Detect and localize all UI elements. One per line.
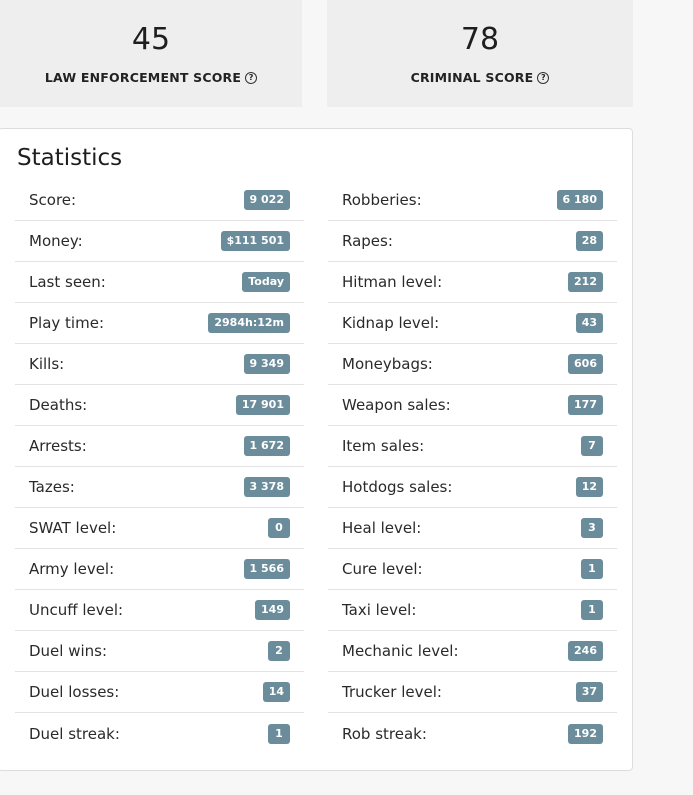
stat-row: SWAT level: 0 — [15, 508, 304, 549]
stat-label: Kidnap level: — [342, 314, 440, 332]
stat-value-badge: 212 — [568, 272, 603, 292]
stat-value-badge: 7 — [581, 436, 603, 456]
statistics-title: Statistics — [17, 145, 123, 171]
stat-label: Army level: — [29, 560, 115, 578]
stat-row: Kills: 9 349 — [15, 344, 304, 385]
stat-row: Trucker level: 37 — [328, 672, 617, 713]
stat-label: Arrests: — [29, 437, 87, 455]
criminal-score-label: CRIMINAL SCORE — [410, 70, 534, 85]
stat-label: Trucker level: — [342, 683, 442, 701]
stat-value-badge: 1 566 — [243, 559, 290, 579]
criminal-score-card: 78 CRIMINAL SCORE ? — [327, 0, 633, 107]
stat-label: Hitman level: — [342, 273, 443, 291]
stat-label: Hotdogs sales: — [342, 478, 453, 496]
stat-label: Mechanic level: — [342, 642, 459, 660]
stat-label: Taxi level: — [342, 601, 417, 619]
stat-label: Weapon sales: — [342, 396, 451, 414]
stat-label: Item sales: — [342, 437, 425, 455]
stat-row: Moneybags: 606 — [328, 344, 617, 385]
stat-label: Duel wins: — [29, 642, 108, 660]
law-enforcement-score-card: 45 LAW ENFORCEMENT SCORE ? — [0, 0, 302, 107]
stat-value-badge: 3 — [581, 518, 603, 538]
stat-row: Duel streak: 1 — [15, 713, 304, 754]
stat-value-badge: 606 — [568, 354, 603, 374]
stat-row: Mechanic level: 246 — [328, 631, 617, 672]
stat-value-badge: 246 — [568, 641, 603, 661]
stat-value-badge: 0 — [268, 518, 290, 538]
stat-label: Cure level: — [342, 560, 423, 578]
stat-label: Last seen: — [29, 273, 106, 291]
stat-value-badge: 1 — [581, 559, 603, 579]
stat-row: Duel losses: 14 — [15, 672, 304, 713]
stat-row: Money: $111 501 — [15, 221, 304, 262]
stat-value-badge: 192 — [568, 723, 603, 744]
stat-row: Hitman level: 212 — [328, 262, 617, 303]
stat-label: Score: — [29, 191, 77, 209]
stat-label: Play time: — [29, 314, 104, 332]
stat-value-badge: $111 501 — [220, 231, 290, 251]
stat-label: Tazes: — [29, 478, 75, 496]
stat-value-badge: 17 901 — [235, 395, 290, 415]
stat-value-badge: 43 — [575, 313, 603, 333]
stat-value-badge: 2984h:12m — [208, 313, 290, 333]
stat-value-badge: 9 022 — [243, 190, 290, 210]
help-icon[interactable]: ? — [537, 71, 550, 84]
stat-row: Last seen: Today — [15, 262, 304, 303]
stat-value-badge: Today — [242, 272, 290, 292]
stat-row: Heal level: 3 — [328, 508, 617, 549]
stat-row: Deaths: 17 901 — [15, 385, 304, 426]
stat-value-badge: 12 — [575, 477, 603, 497]
stat-row: Hotdogs sales: 12 — [328, 467, 617, 508]
law-enforcement-score-label: LAW ENFORCEMENT SCORE — [44, 70, 242, 85]
stat-value-badge: 1 — [268, 723, 290, 744]
stat-row: Play time: 2984h:12m — [15, 303, 304, 344]
stat-label: Deaths: — [29, 396, 88, 414]
stat-label: Heal level: — [342, 519, 422, 537]
stat-row: Kidnap level: 43 — [328, 303, 617, 344]
stat-label: SWAT level: — [29, 519, 117, 537]
stat-value-badge: 1 672 — [243, 436, 290, 456]
stat-row: Item sales: 7 — [328, 426, 617, 467]
statistics-right-column: Robberies: 6 180 Rapes: 28 Hitman level: 212 K… — [328, 180, 617, 754]
stat-row: Cure level: 1 — [328, 549, 617, 590]
criminal-score-label-wrap: CRIMINAL SCORE ? — [411, 70, 550, 85]
stat-label: Uncuff level: — [29, 601, 124, 619]
stat-row: Army level: 1 566 — [15, 549, 304, 590]
stat-label: Kills: — [29, 355, 65, 373]
stat-label: Duel losses: — [29, 683, 120, 701]
stat-value-badge: 1 — [581, 600, 603, 620]
stat-value-badge: 6 180 — [556, 190, 603, 210]
stat-row: Rapes: 28 — [328, 221, 617, 262]
stat-label: Moneybags: — [342, 355, 433, 373]
stat-row: Arrests: 1 672 — [15, 426, 304, 467]
stat-label: Duel streak: — [29, 724, 120, 743]
stat-value-badge: 37 — [575, 682, 603, 702]
stat-row: Rob streak: 192 — [328, 713, 617, 754]
law-enforcement-score-value: 45 — [131, 22, 171, 57]
stat-row: Score: 9 022 — [15, 180, 304, 221]
stat-label: Rapes: — [342, 232, 393, 250]
stat-value-badge: 2 — [268, 641, 290, 661]
criminal-score-value: 78 — [460, 22, 500, 57]
stat-label: Robberies: — [342, 191, 422, 209]
statistics-left-column: Score: 9 022 Money: $111 501 Last seen: Today… — [15, 180, 304, 754]
stat-row: Taxi level: 1 — [328, 590, 617, 631]
stat-value-badge: 3 378 — [243, 477, 290, 497]
stat-value-badge: 149 — [255, 600, 290, 620]
help-icon[interactable]: ? — [245, 71, 258, 84]
law-enforcement-score-label-wrap: LAW ENFORCEMENT SCORE ? — [44, 70, 258, 85]
stat-row: Duel wins: 2 — [15, 631, 304, 672]
stat-value-badge: 28 — [575, 231, 603, 251]
stat-value-badge: 14 — [262, 682, 290, 702]
stat-row: Weapon sales: 177 — [328, 385, 617, 426]
stat-value-badge: 177 — [568, 395, 603, 415]
stat-label: Rob streak: — [342, 724, 427, 743]
stat-label: Money: — [29, 232, 83, 250]
stat-row: Robberies: 6 180 — [328, 180, 617, 221]
statistics-card: Statistics Score: 9 022 Money: $111 501 Last… — [0, 128, 633, 771]
stat-row: Tazes: 3 378 — [15, 467, 304, 508]
stat-value-badge: 9 349 — [243, 354, 290, 374]
stat-row: Uncuff level: 149 — [15, 590, 304, 631]
